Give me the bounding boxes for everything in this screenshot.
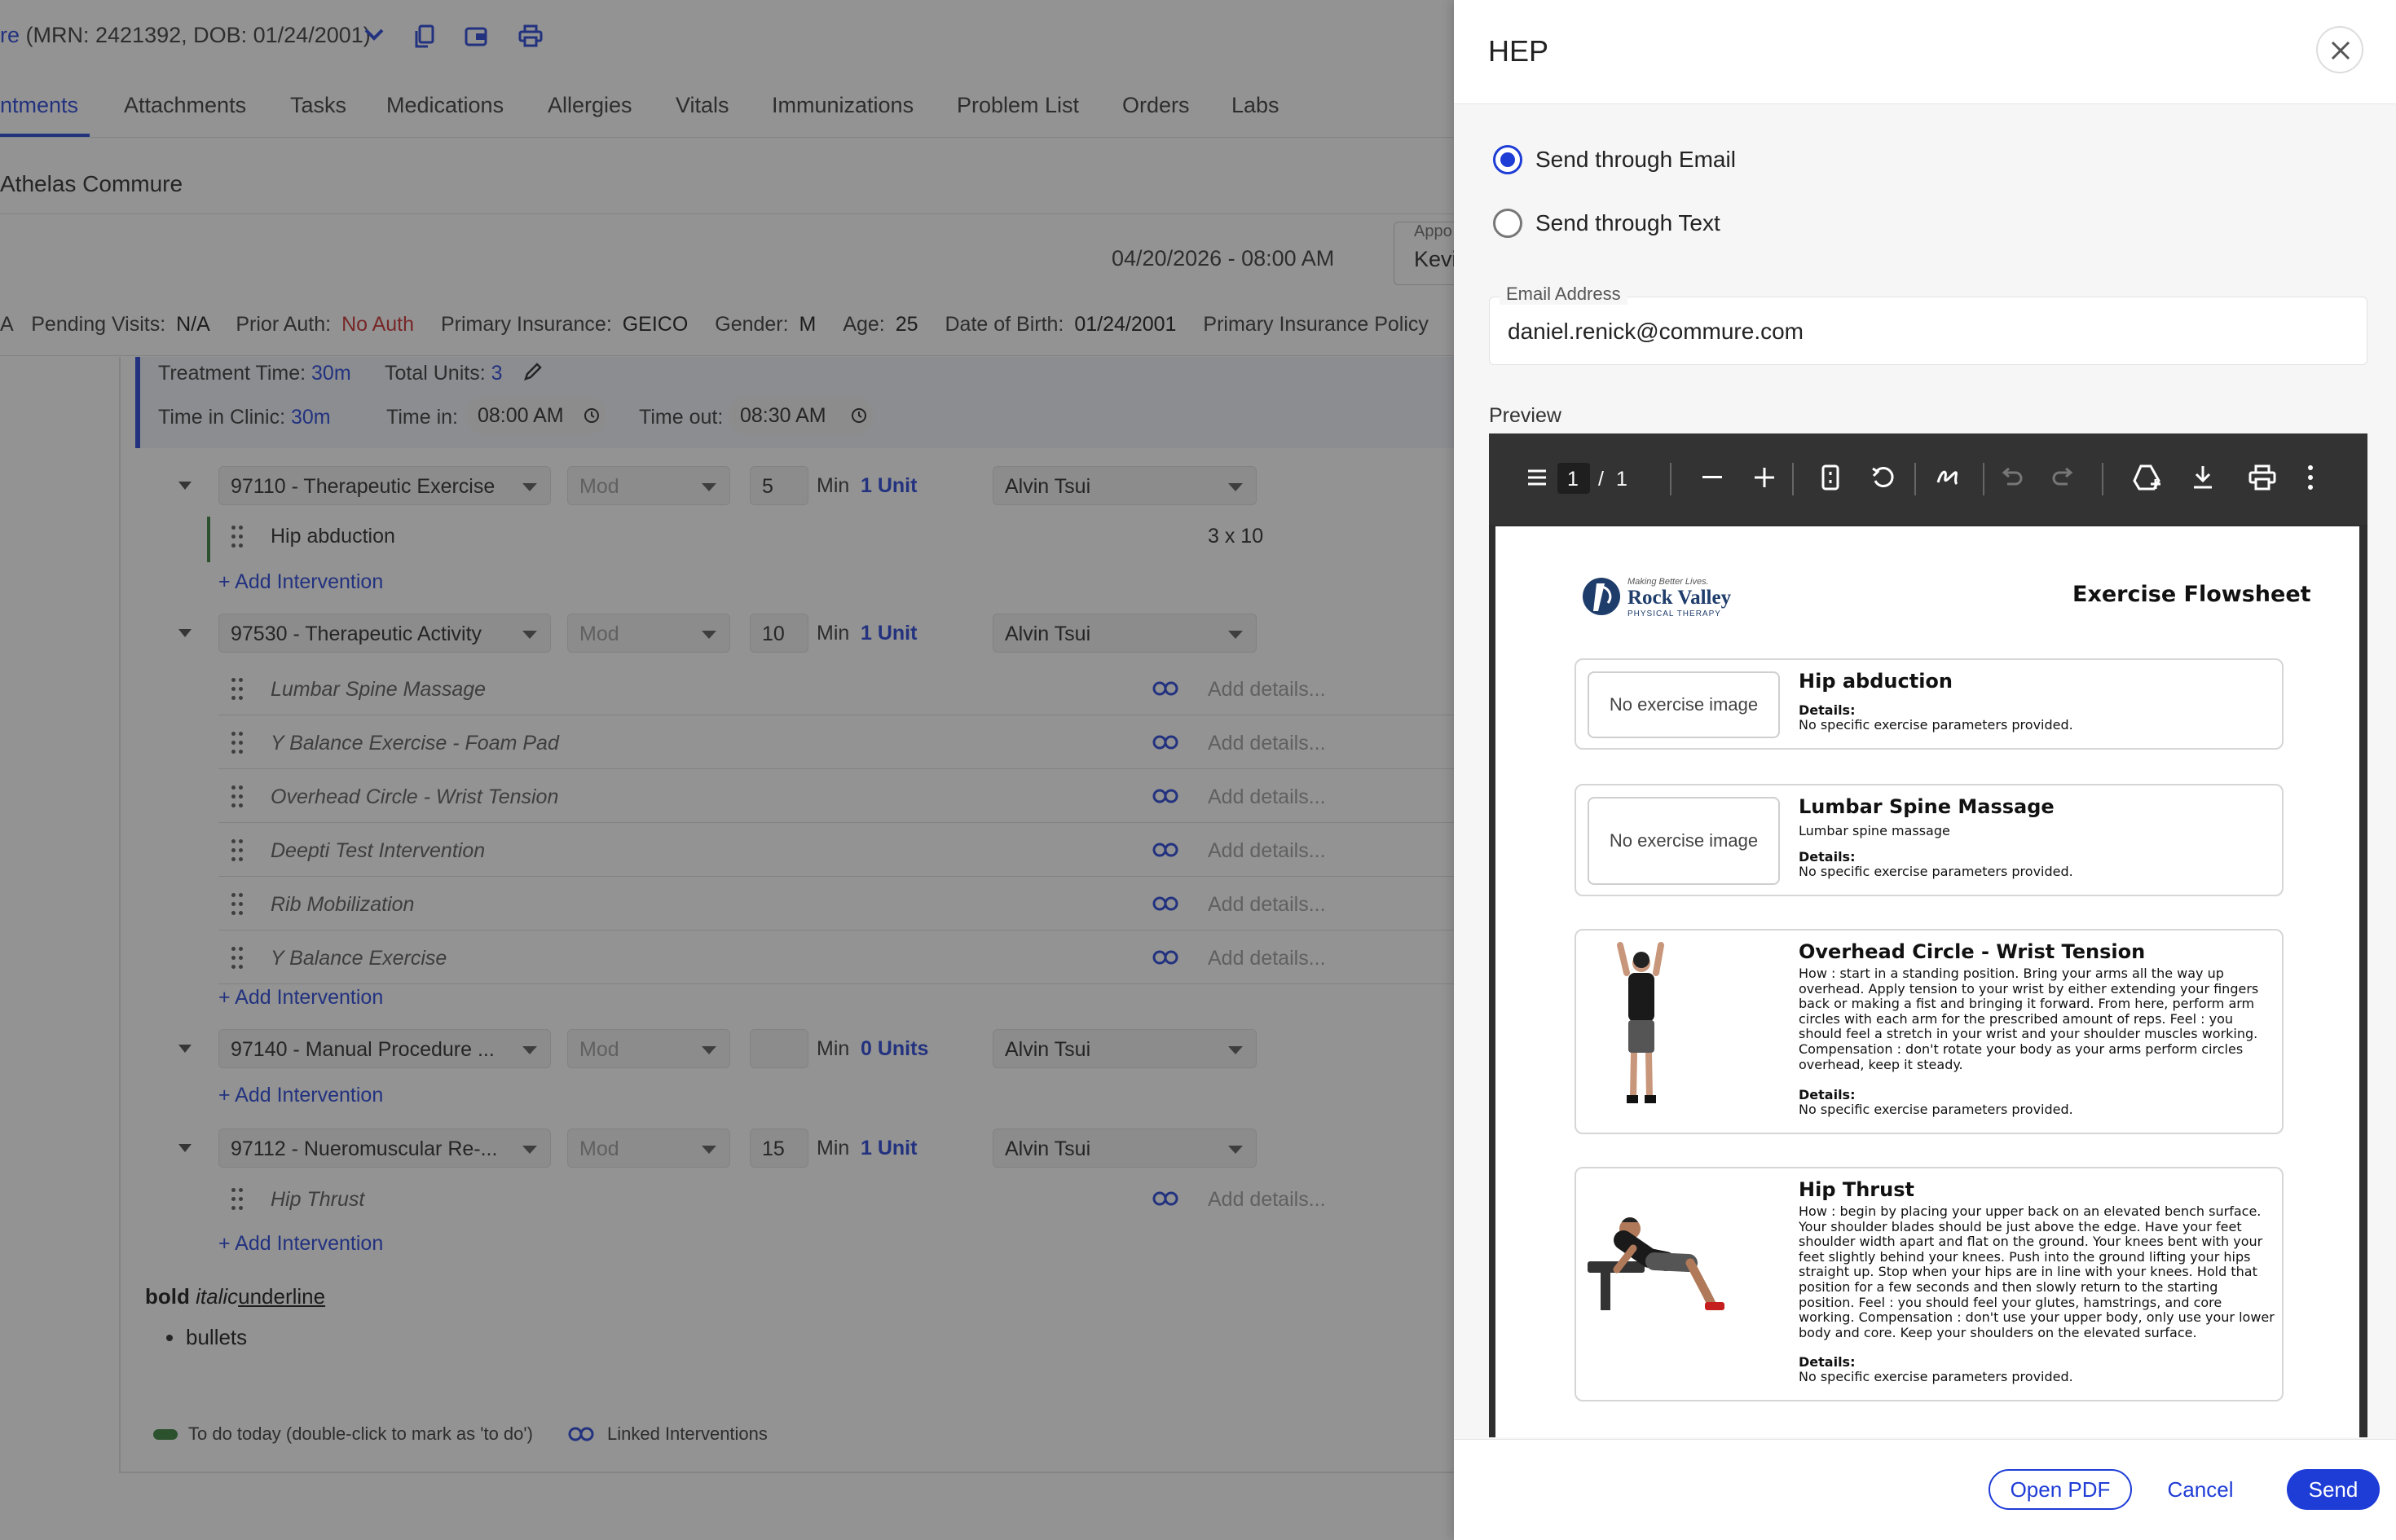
overhead-circle-exercise-illustration (1617, 942, 1664, 1103)
pdf-page-separator: / (1598, 468, 1604, 491)
exercise-description: How : start in a standing position. Brin… (1799, 966, 2259, 1072)
details-label: Details: (1799, 1354, 1856, 1370)
pdf-page: Making Better Lives. Rock Valley PHYSICA… (1495, 526, 2359, 1437)
toolbar-divider (2102, 463, 2103, 495)
no-exercise-image: No exercise image (1588, 671, 1780, 738)
modal-backdrop[interactable] (0, 0, 1454, 1540)
hip-thrust-exercise-illustration (1588, 1217, 1724, 1310)
details-label: Details: (1799, 702, 1856, 718)
print-icon[interactable] (2248, 464, 2276, 491)
pdf-toolbar: 1 / 1 (1489, 433, 2367, 525)
details-label: Details: (1799, 1087, 1856, 1102)
no-exercise-image: No exercise image (1588, 797, 1780, 885)
send-button[interactable]: Send (2287, 1469, 2380, 1510)
undo-icon[interactable] (1999, 468, 2024, 487)
email-field-label: Email Address (1500, 284, 1627, 305)
cancel-button[interactable]: Cancel (2153, 1469, 2248, 1510)
hep-drawer-footer: Open PDF Cancel Send (1454, 1439, 2396, 1540)
exercise-card: Overhead Circle - Wrist Tension How : st… (1575, 929, 2284, 1134)
details-label: Details: (1799, 849, 1856, 865)
draw-icon[interactable] (1936, 464, 1962, 491)
exercise-title: Hip Thrust (1799, 1178, 1914, 1201)
patient-chart-background: re (MRN: 2421392, DOB: 01/24/2001) ntmen… (0, 0, 1454, 1540)
exercise-title: Overhead Circle - Wrist Tension (1799, 940, 2146, 963)
exercise-description: How : begin by placing your upper back o… (1799, 1203, 2275, 1340)
flowsheet-title: Exercise Flowsheet (2072, 582, 2311, 607)
exercise-card: Hip Thrust How : begin by placing your u… (1575, 1167, 2284, 1401)
zoom-out-icon[interactable] (1702, 476, 1722, 479)
pdf-preview[interactable]: 1 / 1 Making Better Lives. Rock Valley P… (1489, 433, 2367, 1437)
fit-page-icon[interactable] (1821, 464, 1839, 491)
zoom-in-icon[interactable] (1755, 468, 1774, 487)
hep-title: HEP (1488, 34, 1549, 68)
details-value: No specific exercise parameters provided… (1799, 1102, 2073, 1117)
save-to-drive-icon[interactable] (2133, 464, 2162, 491)
close-icon (2331, 41, 2350, 60)
brand-name: Rock Valley (1627, 587, 1732, 609)
exercise-title: Lumbar Spine Massage (1799, 795, 2055, 818)
toolbar-divider (1983, 463, 1984, 495)
close-button[interactable] (2316, 26, 2363, 73)
toolbar-divider (1792, 463, 1794, 495)
download-icon[interactable] (2191, 464, 2214, 491)
details-value: No specific exercise parameters provided… (1799, 864, 2073, 879)
email-field-value[interactable]: daniel.renick@commure.com (1508, 319, 1804, 345)
pdf-page-input[interactable]: 1 (1557, 463, 1590, 494)
exercise-subtitle: Lumbar spine massage (1799, 823, 1950, 838)
pdf-page-total: 1 (1616, 468, 1627, 491)
radio-send-text-label[interactable]: Send through Text (1535, 210, 1720, 236)
more-vertical-icon[interactable] (2307, 464, 2314, 491)
details-value: No specific exercise parameters provided… (1799, 717, 2073, 733)
preview-label: Preview (1489, 404, 1561, 427)
rock-valley-logo (1583, 578, 1620, 615)
hep-drawer: HEP Send through Email Send through Text… (1454, 0, 2396, 1540)
email-field[interactable]: daniel.renick@commure.com (1489, 297, 2367, 365)
radio-send-text[interactable] (1493, 209, 1522, 238)
radio-send-email[interactable] (1493, 145, 1522, 174)
details-value: No specific exercise parameters provided… (1799, 1369, 2073, 1384)
menu-icon[interactable] (1526, 468, 1548, 487)
hep-drawer-body: Send through Email Send through Text dan… (1454, 104, 2396, 1439)
toolbar-divider (1914, 463, 1916, 495)
brand-subtitle: PHYSICAL THERAPY (1627, 609, 1721, 618)
open-pdf-button[interactable]: Open PDF (1989, 1469, 2132, 1510)
toolbar-divider (1670, 463, 1671, 495)
exercise-card: No exercise image Hip abduction Details:… (1575, 658, 2284, 750)
exercise-title: Hip abduction (1799, 670, 1953, 693)
rotate-icon[interactable] (1870, 464, 1896, 491)
exercise-card: No exercise image Lumbar Spine Massage L… (1575, 784, 2284, 896)
radio-send-email-label[interactable]: Send through Email (1535, 147, 1736, 173)
redo-icon[interactable] (2051, 468, 2076, 487)
hep-drawer-header: HEP (1454, 0, 2396, 104)
brand-tagline: Making Better Lives. (1627, 577, 1709, 587)
app-root: re (MRN: 2421392, DOB: 01/24/2001) ntmen… (0, 0, 2396, 1540)
